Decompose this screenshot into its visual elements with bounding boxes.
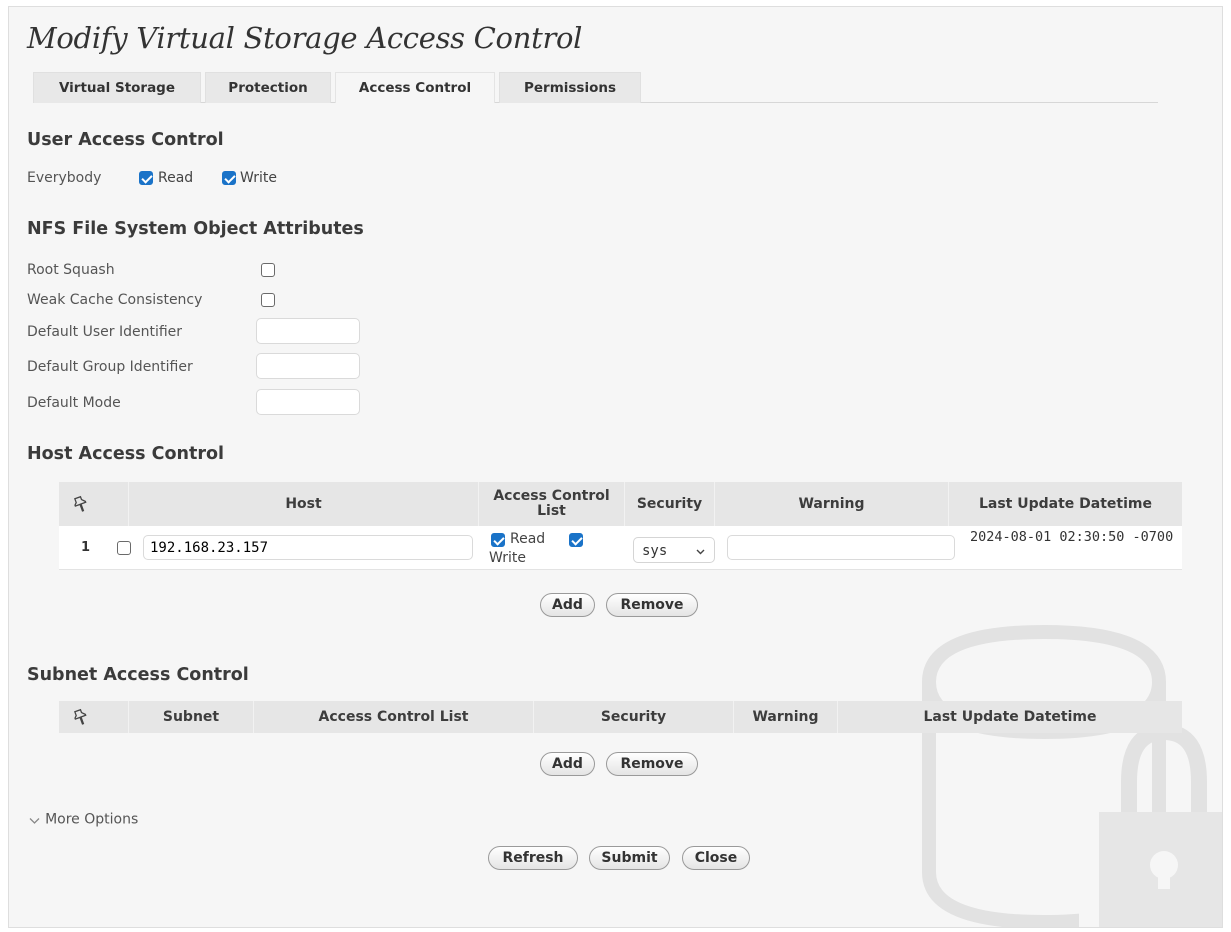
pin-icon[interactable]: [59, 482, 103, 526]
host-write-checkbox[interactable]: [569, 533, 583, 547]
everybody-write-checkbox[interactable]: [222, 171, 236, 185]
header-label: Subnet: [162, 708, 220, 725]
header-label: Access Control List: [318, 708, 469, 725]
host-write-label: Write: [489, 550, 526, 566]
dialog: Modify Virtual Storage Access Control Vi…: [8, 6, 1223, 928]
user-access-title: User Access Control: [27, 130, 224, 150]
warning-input[interactable]: [727, 535, 955, 560]
submit-button[interactable]: Submit: [589, 846, 670, 870]
subnet-security-column-header[interactable]: Security: [533, 701, 733, 733]
tab-label: Permissions: [523, 80, 617, 96]
tab-label: Access Control: [358, 80, 472, 96]
chevron-down-icon: [696, 544, 705, 560]
subnet-remove-button[interactable]: Remove: [606, 752, 698, 776]
default-group-input[interactable]: [256, 353, 360, 379]
more-options-toggle[interactable]: More Options: [29, 809, 138, 829]
last-update-column-header[interactable]: Last Update Datetime: [948, 482, 1182, 526]
default-user-input[interactable]: [256, 318, 360, 344]
acl-column-header[interactable]: Access Control List: [478, 482, 624, 526]
everybody-read-label: Read: [158, 170, 194, 186]
host-column-header[interactable]: Host: [128, 482, 478, 526]
tab-label: Protection: [228, 80, 308, 96]
everybody-read-checkbox[interactable]: [139, 171, 153, 185]
header-label: Security: [636, 495, 703, 512]
security-select-value: sys: [642, 543, 668, 559]
host-add-button[interactable]: Add: [540, 593, 595, 617]
subnet-column-header[interactable]: Subnet: [128, 701, 253, 733]
header-label: Access Control List: [493, 488, 610, 519]
subnet-table-header: Subnet Access Control List Security Warn…: [59, 701, 1182, 733]
row-index: 1: [81, 540, 91, 555]
everybody-write-label: Write: [240, 170, 277, 186]
header-label: Host: [285, 495, 322, 512]
nfs-title: NFS File System Object Attributes: [27, 219, 364, 239]
database-lock-icon: [899, 622, 1222, 927]
subnet-last-update-column-header[interactable]: Last Update Datetime: [837, 701, 1182, 733]
weak-cache-label: Weak Cache Consistency: [27, 292, 203, 308]
security-column-header[interactable]: Security: [624, 482, 714, 526]
default-mode-input[interactable]: [256, 389, 360, 415]
default-group-label: Default Group Identifier: [27, 359, 193, 375]
security-select[interactable]: sys: [633, 537, 715, 563]
row-select-checkbox[interactable]: [117, 541, 131, 555]
table-row: 1 Read Write sys 2024-08-01 02:30:50 -07…: [59, 526, 1182, 570]
host-remove-button[interactable]: Remove: [606, 593, 698, 617]
host-input[interactable]: [143, 535, 473, 560]
pin-icon[interactable]: [59, 701, 103, 733]
tab-virtual-storage[interactable]: Virtual Storage: [33, 72, 201, 103]
host-table-header: Host Access Control List Security Warnin…: [59, 482, 1182, 526]
header-label: Security: [600, 708, 667, 725]
header-label: Last Update Datetime: [978, 495, 1153, 512]
host-read-checkbox[interactable]: [491, 533, 505, 547]
subnet-acl-column-header[interactable]: Access Control List: [253, 701, 533, 733]
last-update-value: 2024-08-01 02:30:50 -0700: [970, 529, 1174, 545]
tab-permissions[interactable]: Permissions: [499, 72, 641, 103]
host-access-title: Host Access Control: [27, 444, 224, 464]
tab-bar: Virtual Storage Protection Access Contro…: [33, 72, 1158, 103]
tab-access-control[interactable]: Access Control: [335, 72, 495, 103]
more-options-label: More Options: [45, 811, 139, 828]
refresh-button[interactable]: Refresh: [488, 846, 578, 870]
default-user-label: Default User Identifier: [27, 324, 183, 340]
subnet-add-button[interactable]: Add: [540, 752, 595, 776]
weak-cache-checkbox[interactable]: [261, 293, 275, 307]
everybody-label: Everybody: [27, 170, 102, 186]
tab-label: Virtual Storage: [58, 80, 176, 96]
chevron-down-icon: [29, 810, 40, 829]
close-button[interactable]: Close: [682, 846, 750, 870]
tab-protection[interactable]: Protection: [205, 72, 331, 103]
root-squash-checkbox[interactable]: [261, 263, 275, 277]
header-label: Last Update Datetime: [923, 708, 1097, 725]
subnet-warning-column-header[interactable]: Warning: [733, 701, 837, 733]
header-label: Warning: [752, 708, 819, 725]
warning-column-header[interactable]: Warning: [714, 482, 948, 526]
page-title: Modify Virtual Storage Access Control: [27, 21, 583, 55]
default-mode-label: Default Mode: [27, 395, 121, 411]
header-label: Warning: [798, 495, 865, 512]
root-squash-label: Root Squash: [27, 262, 115, 278]
subnet-access-title: Subnet Access Control: [27, 665, 249, 685]
host-read-label: Read: [510, 531, 546, 547]
